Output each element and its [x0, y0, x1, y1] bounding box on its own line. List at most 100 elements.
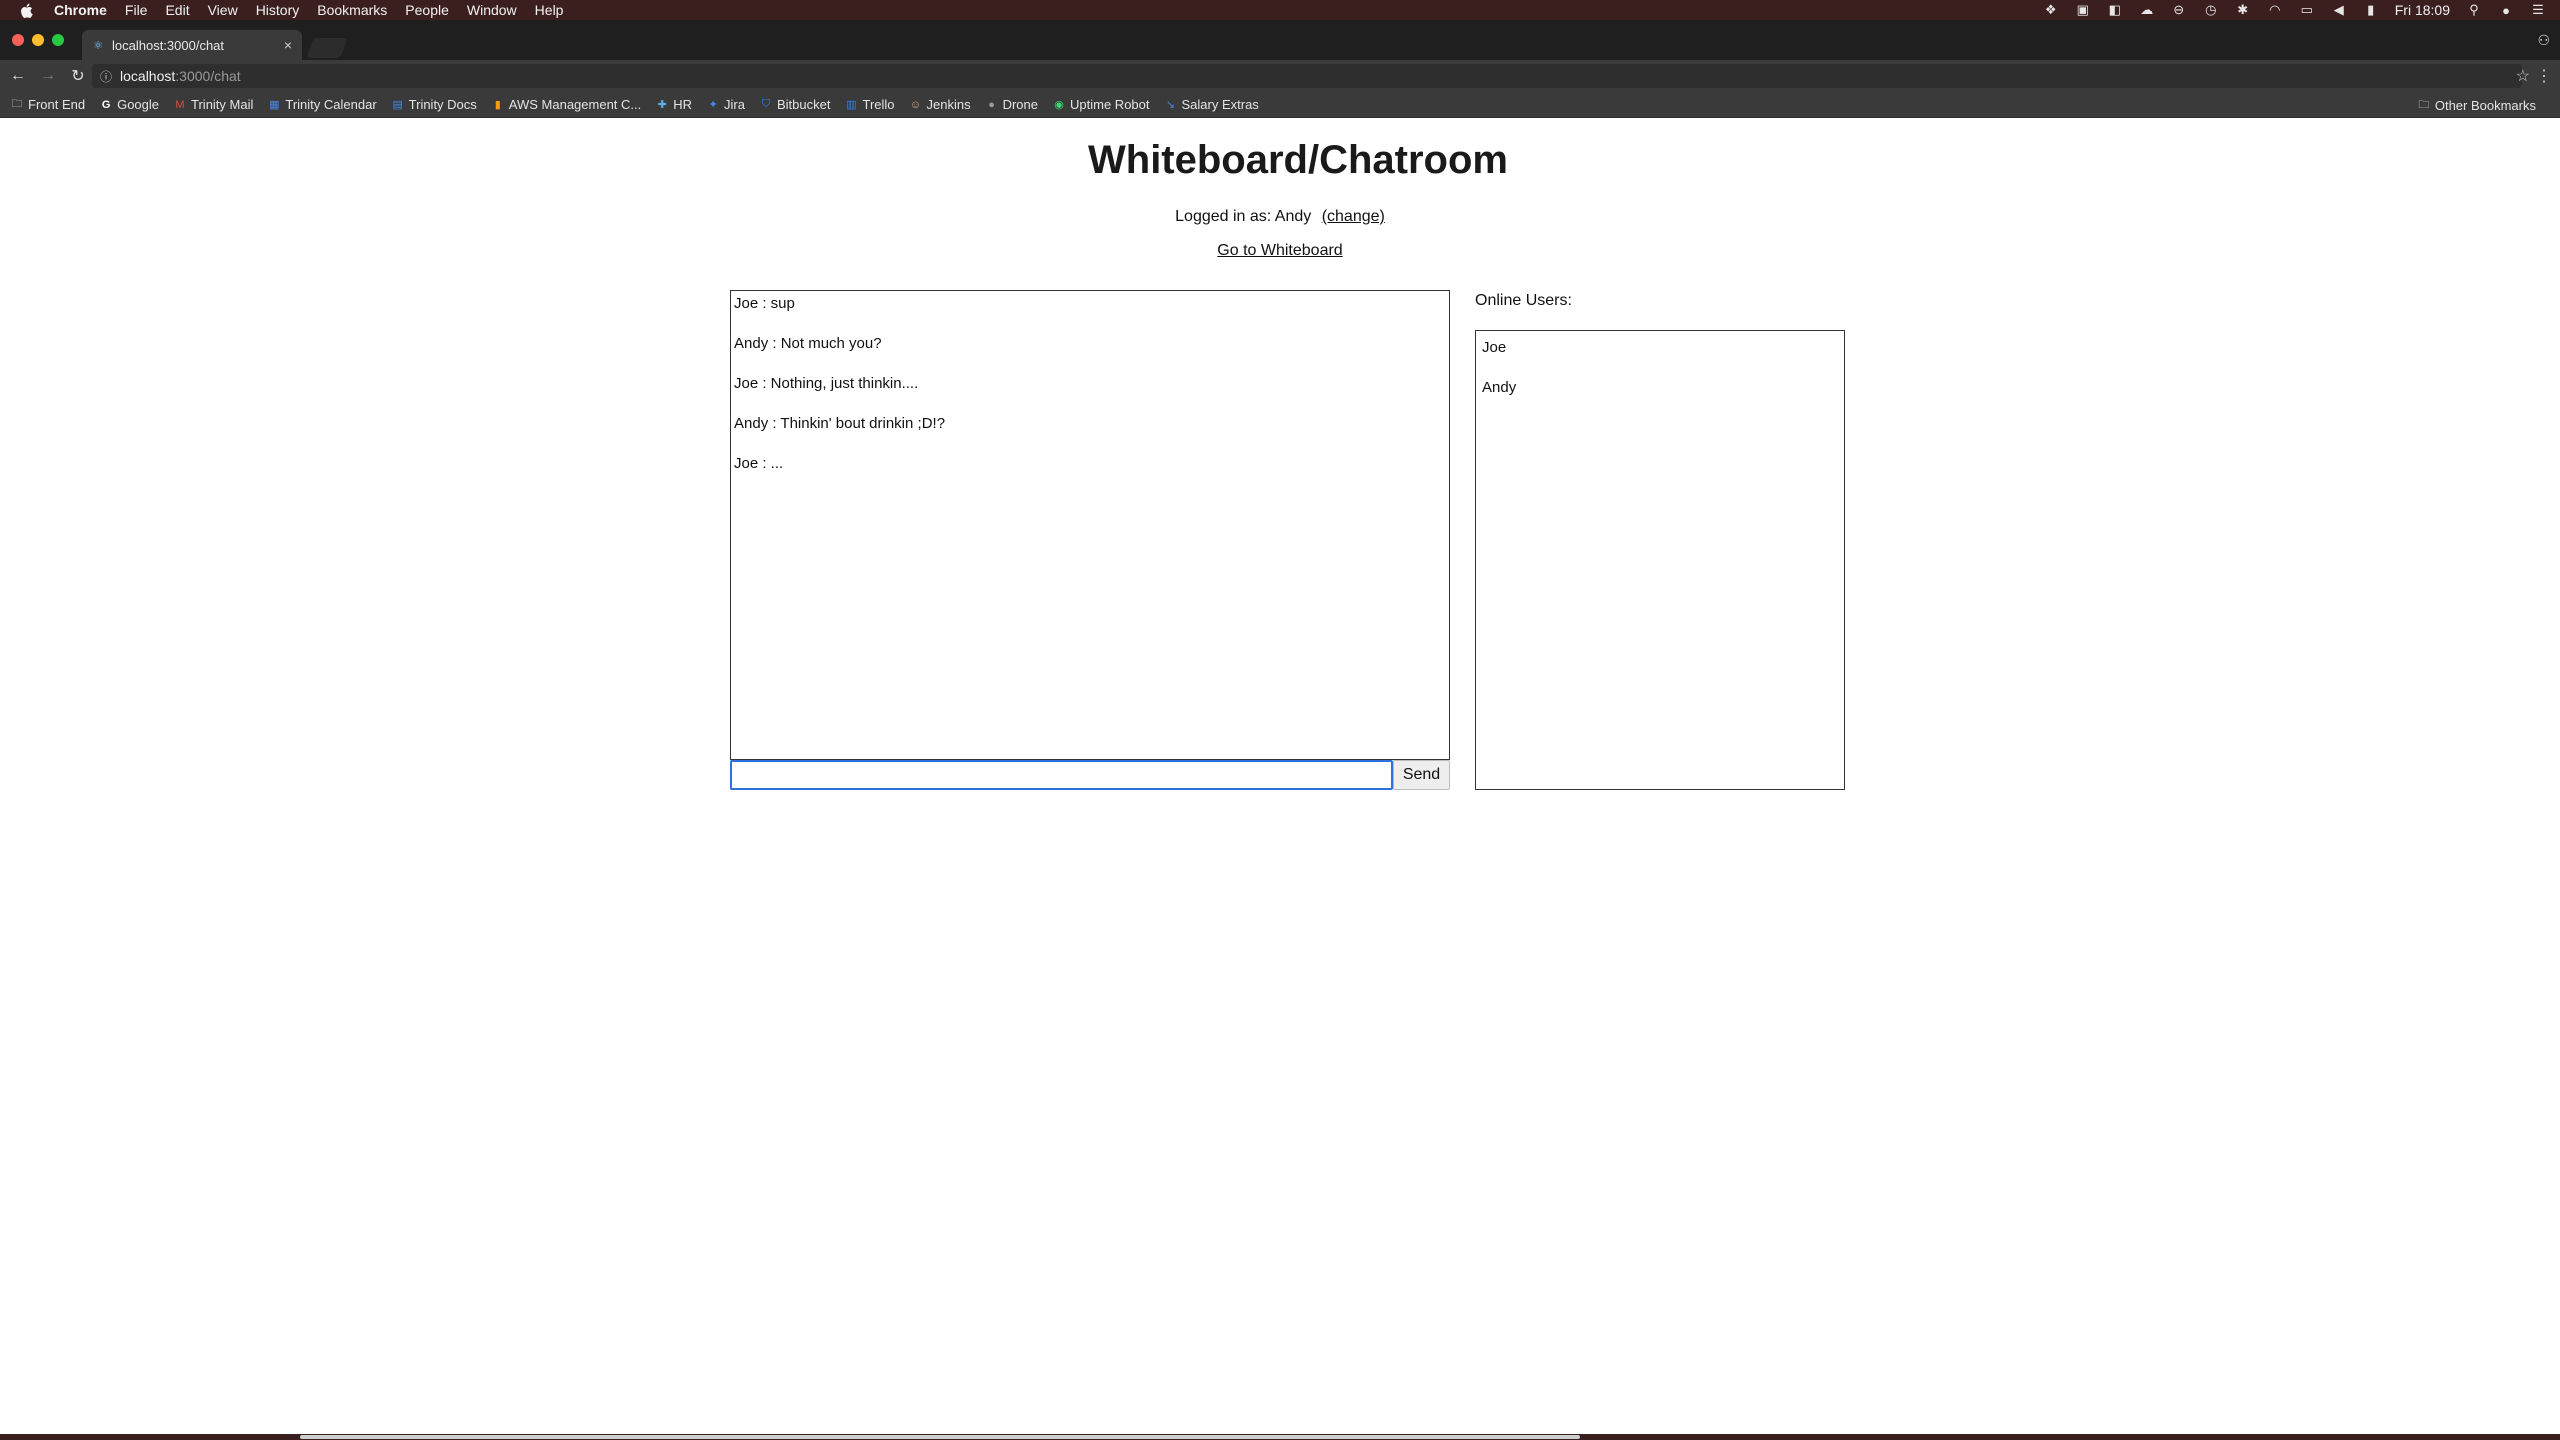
jenkins-icon: ☺	[909, 98, 922, 111]
app-status-icon[interactable]: ◧	[2107, 2, 2123, 17]
page-title: Whiteboard/Chatroom	[1088, 138, 1508, 182]
bookmark-hr[interactable]: ✚ HR	[655, 97, 692, 112]
bookmark-salary-extras[interactable]: ↘ Salary Extras	[1164, 97, 1259, 112]
bluetooth-icon[interactable]: ✱	[2235, 2, 2251, 17]
menu-window[interactable]: Window	[467, 2, 517, 18]
docker-icon[interactable]: ▣	[2075, 2, 2091, 17]
docs-icon: ▤	[392, 99, 403, 111]
new-tab-button[interactable]	[306, 38, 348, 58]
online-user-item: Joe	[1482, 339, 1507, 356]
bitbucket-icon: ⛉	[761, 98, 771, 110]
bookmark-drone[interactable]: ● Drone	[985, 97, 1038, 112]
chat-message: Joe : sup	[734, 295, 795, 312]
bookmark-bitbucket[interactable]: ⛉ Bitbucket	[759, 97, 831, 112]
zoom-window-button[interactable]	[52, 34, 64, 46]
bookmark-trello[interactable]: ▥ Trello	[844, 97, 894, 112]
bookmark-jira[interactable]: ✦ Jira	[706, 97, 745, 112]
gmail-icon: M	[175, 98, 185, 111]
notification-center-icon[interactable]: ☰	[2530, 2, 2546, 17]
menu-history[interactable]: History	[256, 2, 300, 18]
forward-arrow-icon[interactable]: →	[36, 64, 60, 88]
do-not-disturb-icon[interactable]: ⊖	[2171, 2, 2187, 17]
uptime-robot-icon: ◉	[1054, 99, 1064, 111]
incognito-profile-icon[interactable]: ⚇	[2537, 32, 2550, 49]
chat-message: Joe : Nothing, just thinkin....	[734, 375, 919, 392]
url-path: :3000/chat	[175, 68, 241, 84]
hr-icon: ✚	[657, 99, 667, 111]
tab-close-icon[interactable]: ×	[284, 37, 292, 53]
dropbox-icon[interactable]: ❖	[2043, 2, 2059, 17]
status-area: ❖ ▣ ◧ ☁ ⊖ ◷ ✱ ◠ ▭ ◀ ▮ Fri 18:09 ⚲ ● ☰	[2043, 0, 2546, 20]
login-status: Logged in as: Andy (change)	[0, 208, 2560, 226]
go-to-whiteboard-link[interactable]: Go to Whiteboard	[1217, 242, 1342, 259]
folder-icon: 🗀	[2418, 98, 2430, 111]
menu-file[interactable]: File	[125, 2, 148, 18]
back-arrow-icon[interactable]: ←	[6, 64, 30, 88]
volume-icon[interactable]: ◀	[2331, 2, 2347, 17]
bookmark-trinity-calendar[interactable]: ▦ Trinity Calendar	[267, 97, 376, 112]
online-users-box: Joe Andy	[1475, 330, 1845, 790]
menu-edit[interactable]: Edit	[165, 2, 189, 18]
time-machine-icon[interactable]: ◷	[2203, 2, 2219, 17]
whiteboard-link-row: Go to Whiteboard	[0, 242, 2560, 260]
horizontal-scrollbar[interactable]	[300, 1435, 1580, 1439]
menu-view[interactable]: View	[208, 2, 238, 18]
apple-icon[interactable]	[20, 2, 34, 18]
address-bar[interactable]: ⓘ localhost:3000/chat	[92, 64, 2522, 88]
battery-icon[interactable]: ▮	[2363, 2, 2379, 17]
change-user-link[interactable]: (change)	[1322, 208, 1385, 225]
bookmark-google[interactable]: G Google	[99, 97, 159, 112]
chat-message: Andy : Not much you?	[734, 335, 882, 352]
online-user-item: Andy	[1482, 379, 1517, 396]
tab-strip: ⚛ localhost:3000/chat × ⚇	[0, 20, 2560, 60]
menu-bookmarks[interactable]: Bookmarks	[317, 2, 387, 18]
bookmark-other-bookmarks[interactable]: 🗀 Other Bookmarks	[2417, 92, 2536, 118]
trello-icon: ▥	[846, 99, 857, 111]
bottom-edge	[0, 1434, 2560, 1440]
google-icon: G	[101, 98, 111, 111]
browser-toolbar: ← → ↻ ⓘ localhost:3000/chat ☆ ⋮	[0, 60, 2560, 92]
menubar-clock[interactable]: Fri 18:09	[2395, 2, 2450, 18]
calendar-icon: ▦	[269, 99, 280, 111]
url-host: localhost	[120, 68, 176, 84]
chat-message: Andy : Thinkin' bout drinkin ;D!?	[734, 415, 946, 432]
online-users-label: Online Users:	[1475, 292, 1572, 309]
chrome-menu-icon[interactable]: ⋮	[2536, 66, 2552, 86]
drone-icon: ●	[988, 98, 995, 111]
tab-chat[interactable]: ⚛ localhost:3000/chat ×	[82, 30, 302, 60]
salary-extras-icon: ↘	[1165, 99, 1176, 111]
cloud-icon[interactable]: ☁	[2139, 2, 2155, 17]
bookmark-star-icon[interactable]: ☆	[2516, 66, 2530, 86]
menu-app-chrome[interactable]: Chrome	[54, 2, 107, 18]
wifi-icon[interactable]: ◠	[2267, 2, 2283, 17]
siri-icon[interactable]: ●	[2498, 3, 2514, 18]
bookmark-jenkins[interactable]: ☺ Jenkins	[909, 97, 971, 112]
page-content: Whiteboard/Chatroom Logged in as: Andy (…	[0, 118, 2560, 1436]
menu-people[interactable]: People	[405, 2, 449, 18]
bookmark-aws[interactable]: ▮ AWS Management C...	[491, 97, 642, 112]
chat-message: Joe : ...	[734, 455, 784, 472]
folder-icon: 🗀	[11, 98, 23, 110]
chat-messages-box[interactable]: Joe : sup Andy : Not much you? Joe : Not…	[730, 290, 1450, 760]
react-favicon-icon: ⚛	[93, 39, 103, 52]
aws-icon: ▮	[494, 99, 501, 111]
macos-menu-bar: Chrome File Edit View History Bookmarks …	[0, 0, 2560, 20]
site-info-icon[interactable]: ⓘ	[100, 68, 112, 85]
send-button[interactable]: Send	[1393, 760, 1450, 790]
airplay-icon[interactable]: ▭	[2299, 2, 2315, 17]
menu-help[interactable]: Help	[535, 2, 564, 18]
window-controls	[12, 34, 64, 46]
logged-in-text: Logged in as: Andy	[1175, 208, 1312, 225]
tab-title: localhost:3000/chat	[112, 37, 225, 53]
minimize-window-button[interactable]	[32, 34, 44, 46]
bookmark-uptime-robot[interactable]: ◉ Uptime Robot	[1052, 97, 1149, 112]
close-window-button[interactable]	[12, 34, 24, 46]
bookmark-front-end[interactable]: 🗀 Front End	[10, 97, 86, 112]
bookmark-trinity-docs[interactable]: ▤ Trinity Docs	[391, 97, 476, 112]
bookmarks-bar: 🗀 Front End G Google M Trinity Mail ▦ Trinit…	[0, 92, 2560, 118]
bookmark-trinity-mail[interactable]: M Trinity Mail	[173, 97, 253, 112]
reload-icon[interactable]: ↻	[66, 64, 90, 88]
chat-message-input[interactable]	[730, 760, 1393, 790]
spotlight-search-icon[interactable]: ⚲	[2466, 2, 2482, 17]
jira-icon: ✦	[708, 99, 718, 111]
